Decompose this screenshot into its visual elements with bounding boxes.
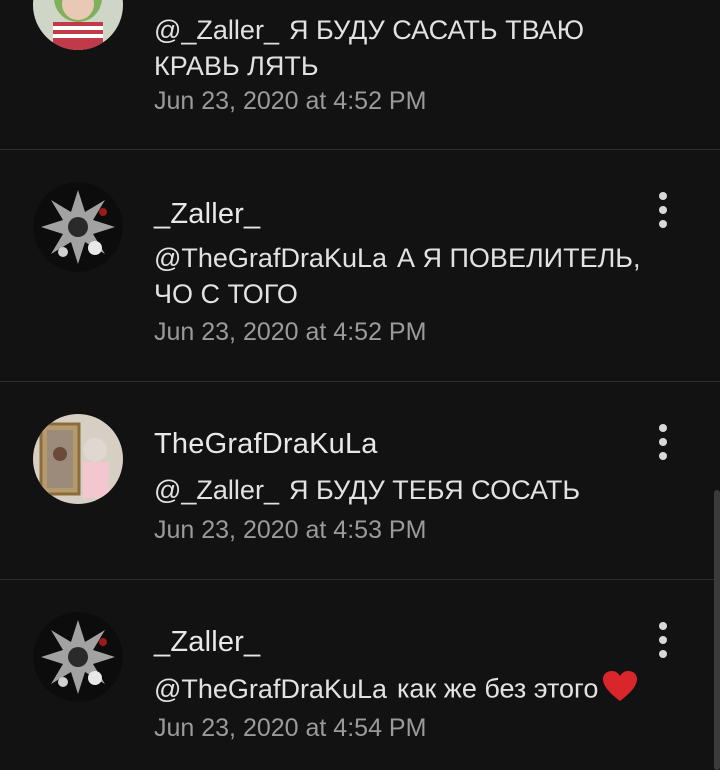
scrollbar[interactable] [714, 490, 720, 770]
comment-timestamp: Jun 23, 2020 at 4:52 PM [154, 318, 427, 346]
comment-text: @_Zaller_ Я БУДУ ТЕБЯ СОСАТЬ [154, 472, 674, 508]
more-vertical-icon[interactable] [648, 190, 678, 230]
dark-flowers-avatar-image [33, 612, 123, 702]
mention-link[interactable]: @TheGrafDraKuLa [154, 674, 387, 704]
comment-item: @_Zaller_ Я БУДУ САСАТЬ ТВАЮ КРАВЬ ЛЯТЬ J… [0, 0, 720, 150]
mention-link[interactable]: @_Zaller_ [154, 475, 279, 505]
girl-avatar-image [33, 0, 123, 50]
avatar[interactable] [33, 612, 123, 702]
mention-link[interactable]: @_Zaller_ [154, 15, 279, 45]
comment-text: @_Zaller_ Я БУДУ САСАТЬ ТВАЮ КРАВЬ ЛЯТЬ [154, 12, 674, 84]
comment-author[interactable]: _Zaller_ [154, 626, 260, 659]
avatar[interactable] [33, 414, 123, 504]
comment-timestamp: Jun 23, 2020 at 4:54 PM [154, 714, 427, 742]
comment-text: @TheGrafDraKuLa А Я ПОВЕЛИТЕЛЬ, ЧО С ТОГО [154, 240, 674, 312]
comment-body: как же без этого [397, 673, 599, 704]
dark-flowers-avatar-image [33, 182, 123, 272]
heart-emoji-icon [602, 670, 638, 711]
comment-timestamp: Jun 23, 2020 at 4:53 PM [154, 516, 427, 544]
comment-item: TheGrafDraKuLa @_Zaller_ Я БУДУ ТЕБЯ СОСА… [0, 382, 720, 580]
comment-author[interactable]: TheGrafDraKuLa [154, 428, 378, 461]
more-vertical-icon[interactable] [648, 422, 678, 462]
mention-link[interactable]: @TheGrafDraKuLa [154, 243, 387, 273]
avatar[interactable] [33, 0, 123, 50]
comment-body: Я БУДУ ТЕБЯ СОСАТЬ [288, 475, 581, 505]
comment-item: _Zaller_ @TheGrafDraKuLa как же без этого… [0, 580, 720, 770]
more-vertical-icon[interactable] [648, 620, 678, 660]
comment-author[interactable]: _Zaller_ [154, 198, 260, 231]
mirror-selfie-avatar-image [33, 414, 123, 504]
avatar[interactable] [33, 182, 123, 272]
comment-text: @TheGrafDraKuLa как же без этого [154, 670, 674, 711]
comment-timestamp: Jun 23, 2020 at 4:52 PM [154, 87, 427, 115]
comment-item: _Zaller_ @TheGrafDraKuLa А Я ПОВЕЛИТЕЛЬ, … [0, 150, 720, 382]
